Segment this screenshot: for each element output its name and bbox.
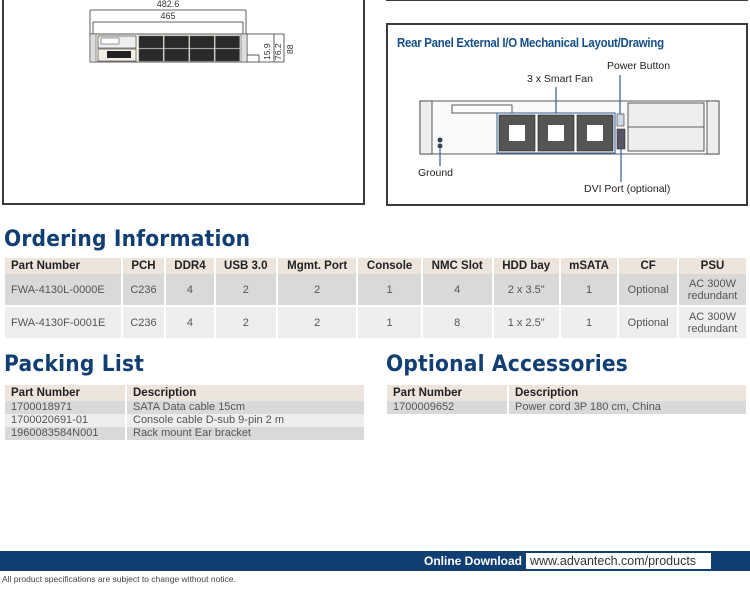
- nmc-port-block: [189, 35, 215, 49]
- ordering-table: Part Number PCH DDR4 USB 3.0 Mgmt. Port …: [5, 258, 746, 338]
- psu-line-2: redundant: [687, 322, 738, 335]
- fan-icon: [537, 114, 575, 152]
- rear-panel-drawing: [419, 75, 720, 182]
- download-url-link[interactable]: www.advantech.com/products: [526, 553, 711, 569]
- cell-usb: 2: [213, 274, 277, 307]
- nmc-port-block: [164, 35, 189, 49]
- packing-table: Part Number Description 1700018971 SATA …: [5, 385, 364, 440]
- front-panel-drawing-box: 482.6 465 15.9 76.2 88: [2, 0, 365, 205]
- col-ddr4: DDR4: [164, 258, 215, 274]
- cell-description: SATA Data cable 15cm: [125, 401, 364, 414]
- table-row: 1960083584N001 Rack mount Ear bracket: [5, 427, 364, 440]
- cell-part-number: 1960083584N001: [5, 427, 126, 440]
- online-download-label: Online Download: [424, 554, 522, 568]
- col-cf: CF: [617, 258, 678, 274]
- col-usb: USB 3.0: [213, 258, 277, 274]
- col-part-number: Part Number: [5, 385, 126, 401]
- front-chassis: [89, 33, 248, 63]
- col-nmc-slot: NMC Slot: [420, 258, 493, 274]
- psu-line-1: AC 300W: [688, 310, 737, 323]
- nmc-port-block: [189, 48, 215, 62]
- cell-console: 1: [356, 274, 422, 307]
- dim-height-small: 15.9: [262, 43, 272, 60]
- psu-line-2: redundant: [687, 289, 738, 302]
- fan-icon: [576, 114, 614, 152]
- cell-part-number: 1700018971: [5, 401, 126, 414]
- col-mgmt-port: Mgmt. Port: [275, 258, 358, 274]
- cell-ddr4: 4: [164, 306, 215, 338]
- cell-console: 1: [356, 306, 422, 338]
- table-row: 1700020691-01 Console cable D-sub 9-pin …: [5, 414, 364, 427]
- psu-line-1: AC 300W: [688, 277, 737, 290]
- cell-part-number: FWA-4130F-0001E: [5, 306, 122, 338]
- cell-usb: 2: [213, 306, 277, 338]
- cell-part-number: 1700009652: [387, 401, 508, 414]
- cell-hdd-bay: 2 x 3.5": [491, 274, 560, 307]
- col-psu: PSU: [676, 258, 746, 274]
- nmc-port-block: [215, 48, 240, 62]
- ordering-title: Ordering Information: [4, 227, 251, 252]
- col-hdd-bay: HDD bay: [491, 258, 560, 274]
- col-console: Console: [356, 258, 422, 274]
- nmc-port-block: [138, 35, 164, 49]
- dim-inner-width: 465: [160, 11, 175, 21]
- accessories-table: Part Number Description 1700009652 Power…: [387, 385, 746, 414]
- rear-panel-box: Rear Panel External I/O Mechanical Layou…: [386, 23, 748, 206]
- cell-pch: C236: [120, 306, 166, 338]
- cell-description: Power cord 3P 180 cm, China: [507, 401, 746, 414]
- dim-overall-width: 482.6: [157, 0, 180, 9]
- cell-part-number: FWA-4130L-0000E: [5, 274, 122, 307]
- nmc-port-block: [215, 35, 240, 49]
- cell-ddr4: 4: [164, 274, 215, 307]
- cell-pch: C236: [120, 274, 166, 307]
- table-row: FWA-4130L-0000E C236 4 2 2 1 4 2 x 3.5" …: [5, 274, 746, 307]
- cell-psu: AC 300W redundant: [676, 274, 746, 307]
- footer-bar: Online Download www.advantech.com/produc…: [0, 551, 750, 571]
- cell-mgmt-port: 2: [275, 306, 358, 338]
- cell-psu: AC 300W redundant: [676, 306, 746, 338]
- nmc-port-block: [164, 48, 189, 62]
- ordering-header-row: Part Number PCH DDR4 USB 3.0 Mgmt. Port …: [5, 258, 746, 274]
- cell-nmc-slot: 8: [420, 306, 493, 338]
- dim-height-mid: 76.2: [273, 43, 283, 60]
- cell-msata: 1: [558, 306, 619, 338]
- power-button-icon: [616, 113, 625, 127]
- col-part-number: Part Number: [5, 258, 122, 274]
- table-row: 1700018971 SATA Data cable 15cm: [5, 401, 364, 414]
- ground-screw-icon: [437, 137, 443, 143]
- nmc-port-block: [138, 48, 164, 62]
- col-pch: PCH: [120, 258, 166, 274]
- dvi-port-icon: [616, 128, 626, 150]
- packing-title: Packing List: [4, 352, 145, 377]
- cell-cf: Optional: [617, 274, 678, 307]
- accessories-title: Optional Accessories: [386, 352, 629, 377]
- disclaimer-text: All product specifications are subject t…: [2, 574, 236, 584]
- fan-icon: [498, 114, 536, 152]
- col-msata: mSATA: [558, 258, 619, 274]
- table-row: FWA-4130F-0001E C236 4 2 2 1 8 1 x 2.5" …: [5, 306, 746, 338]
- col-description: Description: [125, 385, 364, 401]
- upper-right-box: [386, 0, 748, 1]
- front-panel-drawing: 482.6 465 15.9 76.2 88: [89, 0, 295, 63]
- cell-hdd-bay: 1 x 2.5": [491, 306, 560, 338]
- smart-fans: [498, 114, 614, 152]
- dim-height-total: 88: [285, 44, 295, 54]
- cell-description: Console cable D-sub 9-pin 2 m: [125, 414, 364, 427]
- cell-part-number: 1700020691-01: [5, 414, 126, 427]
- cell-mgmt-port: 2: [275, 274, 358, 307]
- accessories-header-row: Part Number Description: [387, 385, 746, 401]
- col-description: Description: [507, 385, 746, 401]
- col-part-number: Part Number: [387, 385, 508, 401]
- cell-description: Rack mount Ear bracket: [125, 427, 364, 440]
- table-row: 1700009652 Power cord 3P 180 cm, China: [387, 401, 746, 414]
- cell-msata: 1: [558, 274, 619, 307]
- cell-nmc-slot: 4: [420, 274, 493, 307]
- packing-header-row: Part Number Description: [5, 385, 364, 401]
- cell-cf: Optional: [617, 306, 678, 338]
